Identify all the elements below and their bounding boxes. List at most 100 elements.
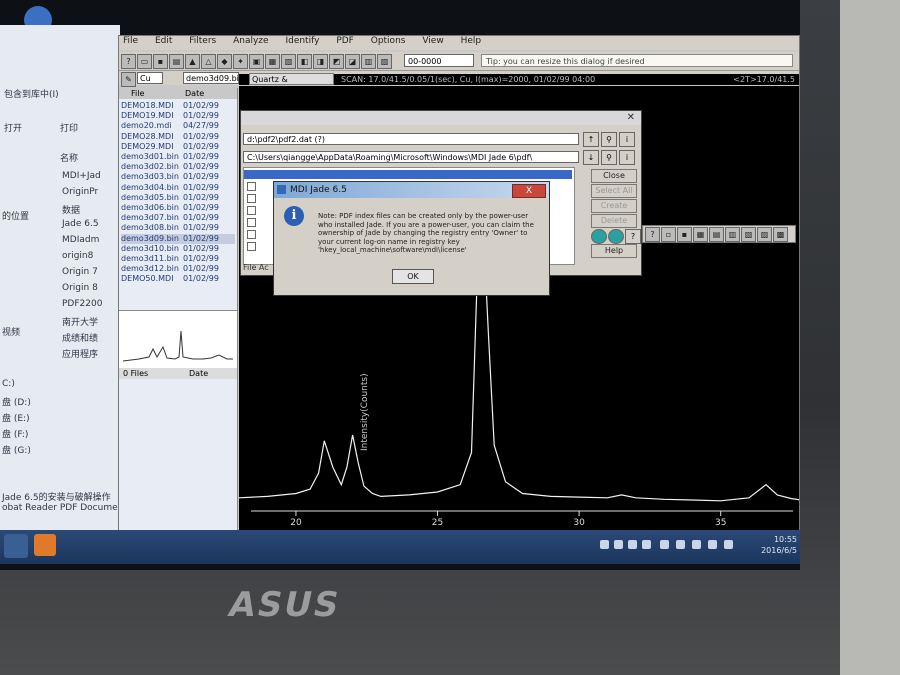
explorer-side-item[interactable]: 盘 (G:): [2, 443, 31, 456]
pdf-folder-path[interactable]: C:\Users\qiangge\AppData\Roaming\Microso…: [243, 151, 579, 163]
close-button[interactable]: Close: [591, 169, 637, 183]
tool-icon[interactable]: ▣: [249, 54, 264, 69]
flag-icon[interactable]: [676, 540, 685, 549]
tool-icon[interactable]: ◧: [297, 54, 312, 69]
search-icon[interactable]: ⚲: [601, 150, 617, 165]
tray-icon[interactable]: [628, 540, 637, 549]
ok-button[interactable]: OK: [392, 269, 434, 284]
tool-icon[interactable]: ◆: [217, 54, 232, 69]
tray-icon[interactable]: [600, 540, 609, 549]
menu-view[interactable]: View: [418, 36, 443, 46]
menu-analyze[interactable]: Analyze: [229, 36, 268, 46]
checkbox[interactable]: [247, 182, 256, 191]
name-column-header[interactable]: 名称: [60, 151, 78, 164]
tool-icon[interactable]: ◪: [345, 54, 360, 69]
app-task-icon[interactable]: [34, 534, 56, 556]
file-row[interactable]: DEMO28.MDI 01/02/99: [121, 132, 235, 142]
help-icon[interactable]: ?: [121, 54, 136, 69]
tool-icon[interactable]: ▫: [661, 227, 676, 242]
menu-options[interactable]: Options: [367, 36, 406, 46]
tray-icon[interactable]: [614, 540, 623, 549]
tool-icon[interactable]: ▩: [773, 227, 788, 242]
input-method-icon[interactable]: [724, 540, 733, 549]
tool-icon[interactable]: ▤: [709, 227, 724, 242]
checkbox[interactable]: [247, 194, 256, 203]
file-row[interactable]: demo20.mdi 04/27/99: [121, 121, 235, 131]
tool-icon[interactable]: ▧: [741, 227, 756, 242]
explorer-toolbar-item[interactable]: 包含到库中(I): [4, 87, 59, 100]
file-row[interactable]: demo3d08.bin 01/02/99: [121, 223, 235, 233]
tool-icon[interactable]: ▨: [757, 227, 772, 242]
file-row[interactable]: demo3d03.bin 01/02/99: [121, 172, 235, 182]
tool-icon[interactable]: ◩: [329, 54, 344, 69]
menu-filters[interactable]: Filters: [185, 36, 216, 46]
explorer-side-item[interactable]: 盘 (D:): [2, 395, 31, 408]
checkbox[interactable]: [247, 206, 256, 215]
explorer-item[interactable]: Origin 8: [62, 283, 98, 293]
file-row[interactable]: demo3d10.bin 01/02/99: [121, 244, 235, 254]
menu-edit[interactable]: Edit: [151, 36, 172, 46]
pdf-database-path[interactable]: d:\pdf2\pdf2.dat (?): [243, 133, 579, 145]
menu-pdf[interactable]: PDF: [332, 36, 354, 46]
file-row[interactable]: demo3d01.bin 01/02/99: [121, 152, 235, 162]
delete-button[interactable]: Delete: [591, 214, 637, 228]
tool-icon[interactable]: ▨: [377, 54, 392, 69]
file-row[interactable]: demo3d09.bin 01/02/99: [121, 233, 235, 244]
tool-icon[interactable]: ◨: [313, 54, 328, 69]
explorer-side-item[interactable]: 的位置: [2, 209, 29, 222]
tool-icon[interactable]: ▥: [725, 227, 740, 242]
save-icon[interactable]: ▪: [153, 54, 168, 69]
search-icon[interactable]: ⚲: [601, 132, 617, 147]
browse-icon[interactable]: ↑: [583, 132, 599, 147]
tool-icon[interactable]: ▧: [281, 54, 296, 69]
file-row[interactable]: demo3d05.bin 01/02/99: [121, 193, 235, 203]
explorer-item[interactable]: 成绩和绩: [62, 331, 98, 344]
checkbox[interactable]: [247, 218, 256, 227]
tool-icon[interactable]: ▦: [693, 227, 708, 242]
close-icon[interactable]: ✕: [627, 111, 635, 125]
checkbox[interactable]: [247, 230, 256, 239]
shield-icon[interactable]: [660, 540, 669, 549]
explorer-task-icon[interactable]: [4, 534, 28, 558]
file-row[interactable]: DEMO19.MDI 01/02/99: [121, 111, 235, 121]
explorer-item[interactable]: PDF2200: [62, 299, 102, 309]
target-select[interactable]: Cu: [137, 72, 163, 84]
select-all-button[interactable]: Select All: [591, 184, 637, 198]
menu-identify[interactable]: Identify: [281, 36, 319, 46]
icp-icon[interactable]: i: [619, 150, 635, 165]
explorer-item[interactable]: MDI+Jad: [62, 171, 101, 181]
tray-icon[interactable]: [642, 540, 651, 549]
tool-icon[interactable]: ▪: [677, 227, 692, 242]
date-column-header[interactable]: Date: [185, 88, 204, 99]
system-clock[interactable]: 10:55 2016/6/5: [745, 534, 797, 558]
tool-icon[interactable]: ▦: [265, 54, 280, 69]
explorer-item[interactable]: 南开大学: [62, 315, 98, 328]
explorer-side-item[interactable]: 盘 (F:): [2, 427, 28, 440]
file-row[interactable]: demo3d04.bin 01/02/99: [121, 183, 235, 193]
file-row[interactable]: DEMO50.MDI 01/02/99: [121, 274, 235, 284]
explorer-side-item[interactable]: C:): [2, 379, 15, 389]
radio-icon[interactable]: [608, 229, 624, 244]
explorer-item[interactable]: 应用程序: [62, 347, 98, 360]
explorer-item[interactable]: MDIadm: [62, 235, 99, 245]
checkbox[interactable]: [247, 242, 256, 251]
explorer-item[interactable]: OriginPr: [62, 187, 98, 197]
volume-icon[interactable]: [708, 540, 717, 549]
file-row[interactable]: DEMO18.MDI 01/02/99: [121, 101, 235, 111]
help-icon[interactable]: ?: [645, 227, 660, 242]
explorer-item[interactable]: Jade 6.5: [62, 219, 99, 229]
open-button[interactable]: 打开: [4, 121, 22, 134]
tool-icon[interactable]: ▲: [185, 54, 200, 69]
file-row[interactable]: demo3d02.bin 01/02/99: [121, 162, 235, 172]
network-icon[interactable]: [692, 540, 701, 549]
explorer-item[interactable]: origin8: [62, 251, 93, 261]
tool-icon[interactable]: ▥: [361, 54, 376, 69]
file-select[interactable]: demo3d09.bin: [183, 72, 244, 84]
open-folder-icon[interactable]: ▭: [137, 54, 152, 69]
print-button[interactable]: 打印: [60, 121, 78, 134]
file-row[interactable]: demo3d07.bin 01/02/99: [121, 213, 235, 223]
explorer-side-item[interactable]: 盘 (E:): [2, 411, 30, 424]
file-row[interactable]: demo3d11.bin 01/02/99: [121, 254, 235, 264]
file-row[interactable]: demo3d12.bin 01/02/99: [121, 264, 235, 274]
explorer-item[interactable]: Origin 7: [62, 267, 98, 277]
